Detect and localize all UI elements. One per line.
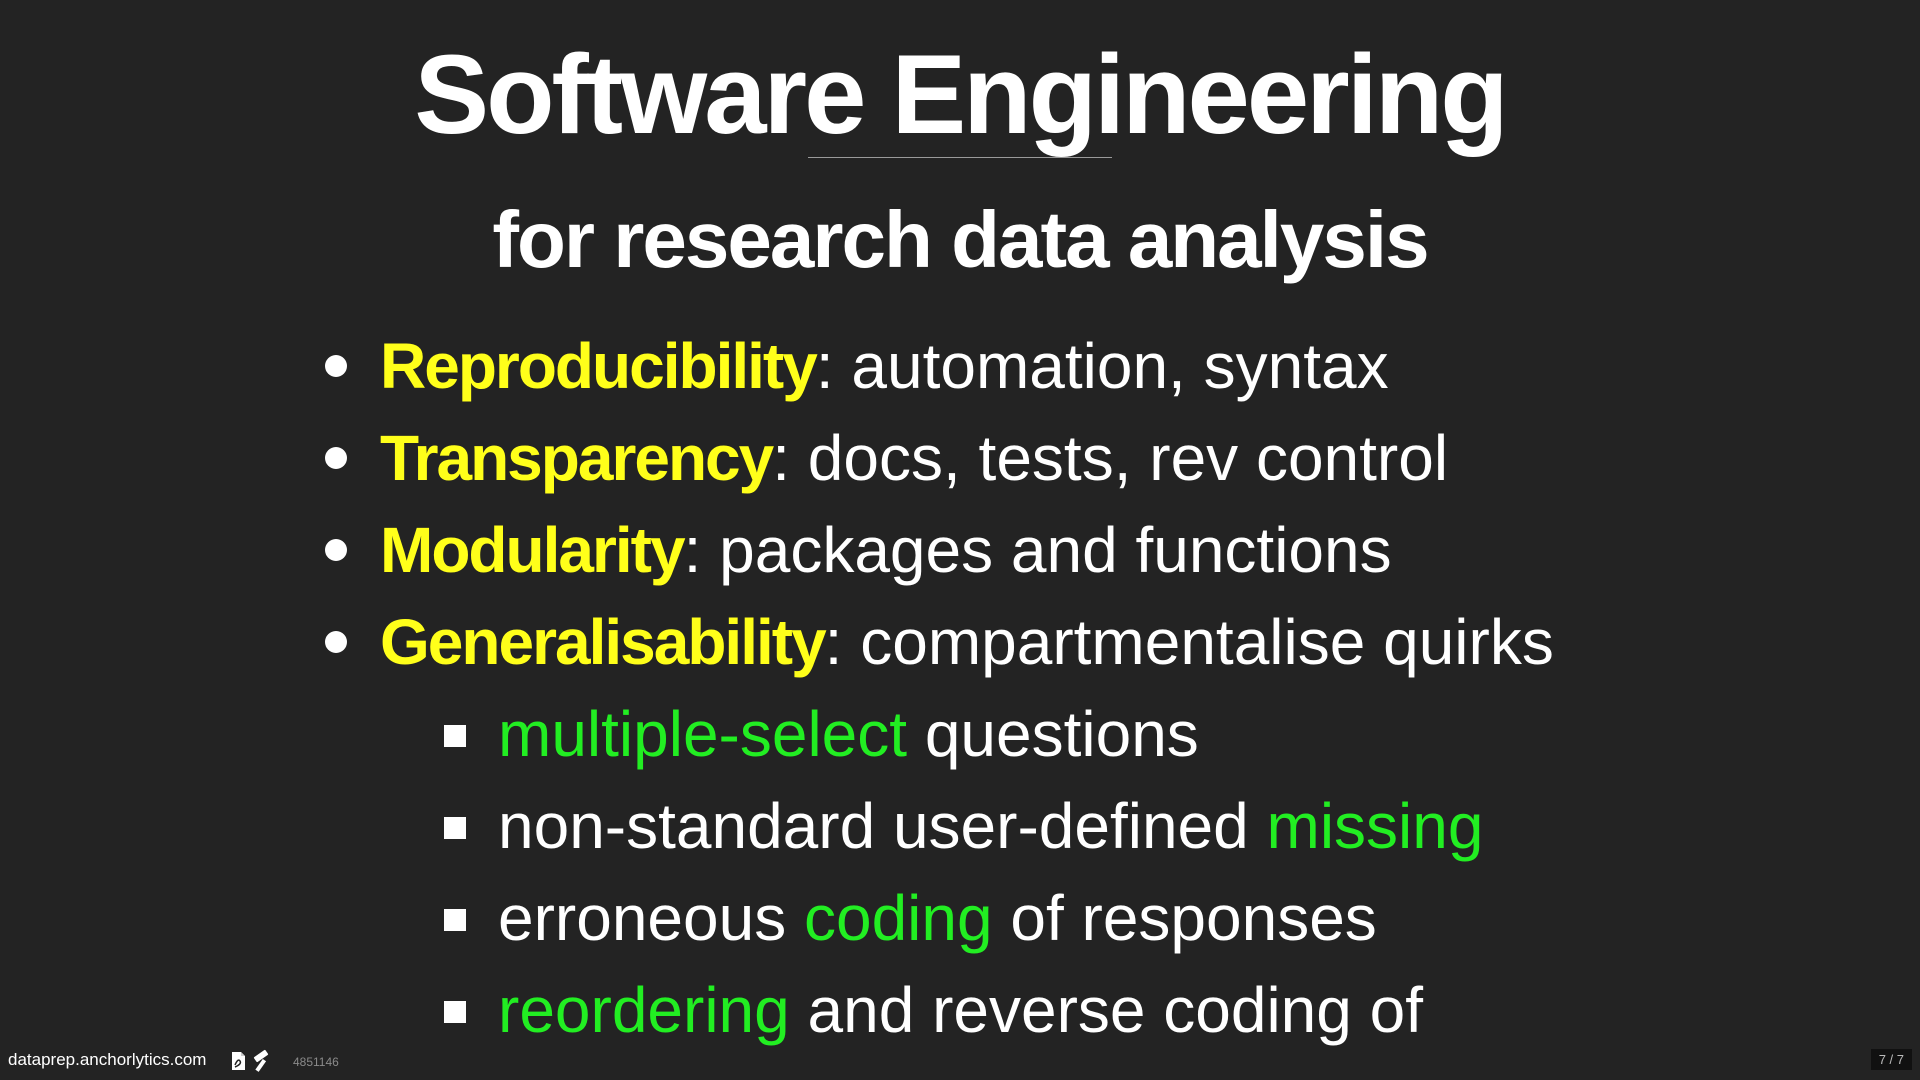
subbullet-text: erroneous bbox=[498, 882, 804, 954]
bullet-square-icon bbox=[444, 909, 466, 931]
subbullet-highlight: coding bbox=[803, 882, 993, 954]
bullet-dot-icon bbox=[325, 631, 347, 653]
subbullet-text: questions bbox=[907, 698, 1199, 770]
bullet-square-icon bbox=[444, 817, 466, 839]
bullet-dot-icon bbox=[325, 355, 347, 377]
subbullet-item: reordering and reverse coding of bbox=[444, 972, 1424, 1048]
subbullet-text: non-standard user-defined bbox=[498, 790, 1267, 862]
footer-id: 4851146 bbox=[293, 1055, 339, 1069]
subbullet-item: multiple-select questions bbox=[444, 696, 1199, 772]
slide: Software Engineering for research data a… bbox=[0, 0, 1920, 1080]
page-number: 7 / 7 bbox=[1870, 1049, 1912, 1070]
subbullet-highlight: multiple-select bbox=[498, 698, 908, 770]
bullet-text: : automation, syntax bbox=[815, 330, 1389, 402]
hammer-icon[interactable] bbox=[253, 1049, 269, 1072]
bullet-item: Transparency: docs, tests, rev control bbox=[325, 420, 1449, 496]
footer-tools bbox=[230, 1049, 274, 1073]
bullet-square-icon bbox=[444, 725, 466, 747]
bullet-text: : docs, tests, rev control bbox=[772, 422, 1449, 494]
bullet-item: Reproducibility: automation, syntax bbox=[325, 328, 1389, 404]
bullet-item: Generalisability: compartmentalise quirk… bbox=[325, 604, 1554, 680]
bullet-keyword: Transparency bbox=[380, 422, 774, 494]
title-underline bbox=[808, 157, 1112, 158]
slide-title: Software Engineering bbox=[414, 32, 1508, 157]
subbullet-highlight: reordering bbox=[498, 974, 790, 1046]
bullet-dot-icon bbox=[325, 447, 347, 469]
bullet-keyword: Generalisability bbox=[380, 606, 827, 678]
subbullet-text: and reverse coding of bbox=[789, 974, 1424, 1046]
bullet-dot-icon bbox=[325, 539, 347, 561]
subbullet-highlight: missing bbox=[1266, 790, 1484, 862]
slide-subtitle: for research data analysis bbox=[492, 195, 1429, 284]
subbullet-text: of responses bbox=[992, 882, 1377, 954]
bullet-keyword: Reproducibility bbox=[380, 330, 818, 402]
bullet-text: : compartmentalise quirks bbox=[824, 606, 1554, 678]
bullet-keyword: Modularity bbox=[380, 514, 686, 586]
bullet-text: : packages and functions bbox=[683, 514, 1392, 586]
footer-url[interactable]: dataprep.anchorlytics.com bbox=[8, 1050, 206, 1070]
bullet-square-icon bbox=[444, 1001, 466, 1023]
bullet-item: Modularity: packages and functions bbox=[325, 512, 1392, 588]
pdf-icon[interactable] bbox=[232, 1052, 245, 1070]
subbullet-item: erroneous coding of responses bbox=[444, 880, 1377, 956]
subbullet-item: non-standard user-defined missing bbox=[444, 788, 1484, 864]
